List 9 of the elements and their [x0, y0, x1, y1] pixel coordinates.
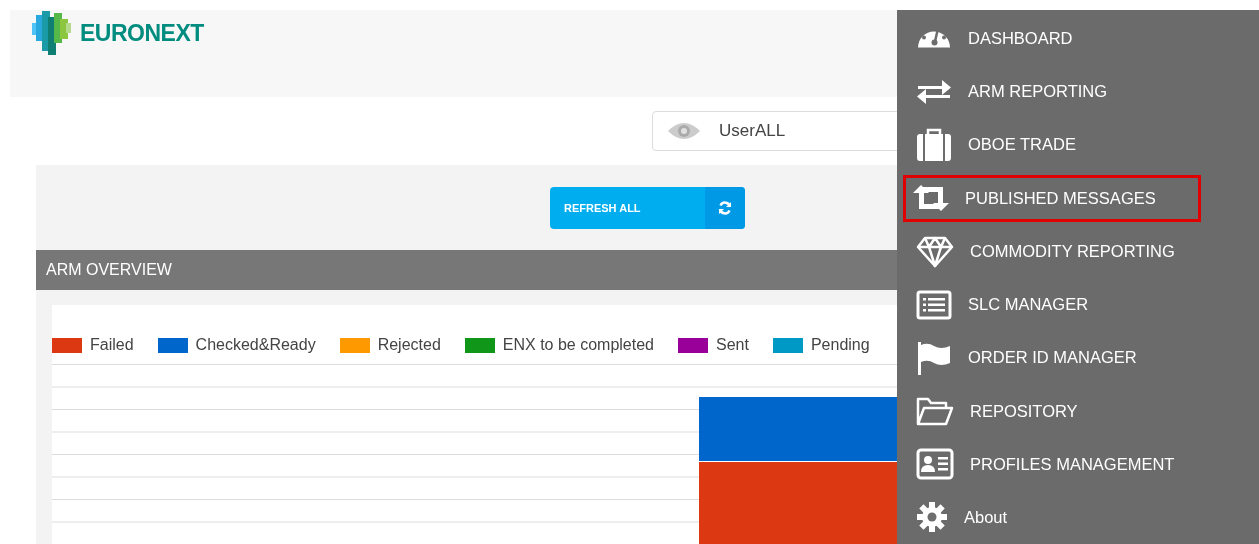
legend-label: Rejected [377, 336, 441, 354]
legend-label: Pending [810, 336, 870, 354]
legend-label: ENX to be completed [502, 336, 654, 354]
legend-label: Sent [716, 336, 749, 354]
overview-title: ARM OVERVIEW [46, 261, 172, 279]
logo-text: EURONEXT [80, 19, 204, 47]
legend-label: Failed [90, 336, 134, 354]
legend-label: Checked&Ready [195, 336, 316, 354]
user-value: UserALL [719, 121, 786, 141]
